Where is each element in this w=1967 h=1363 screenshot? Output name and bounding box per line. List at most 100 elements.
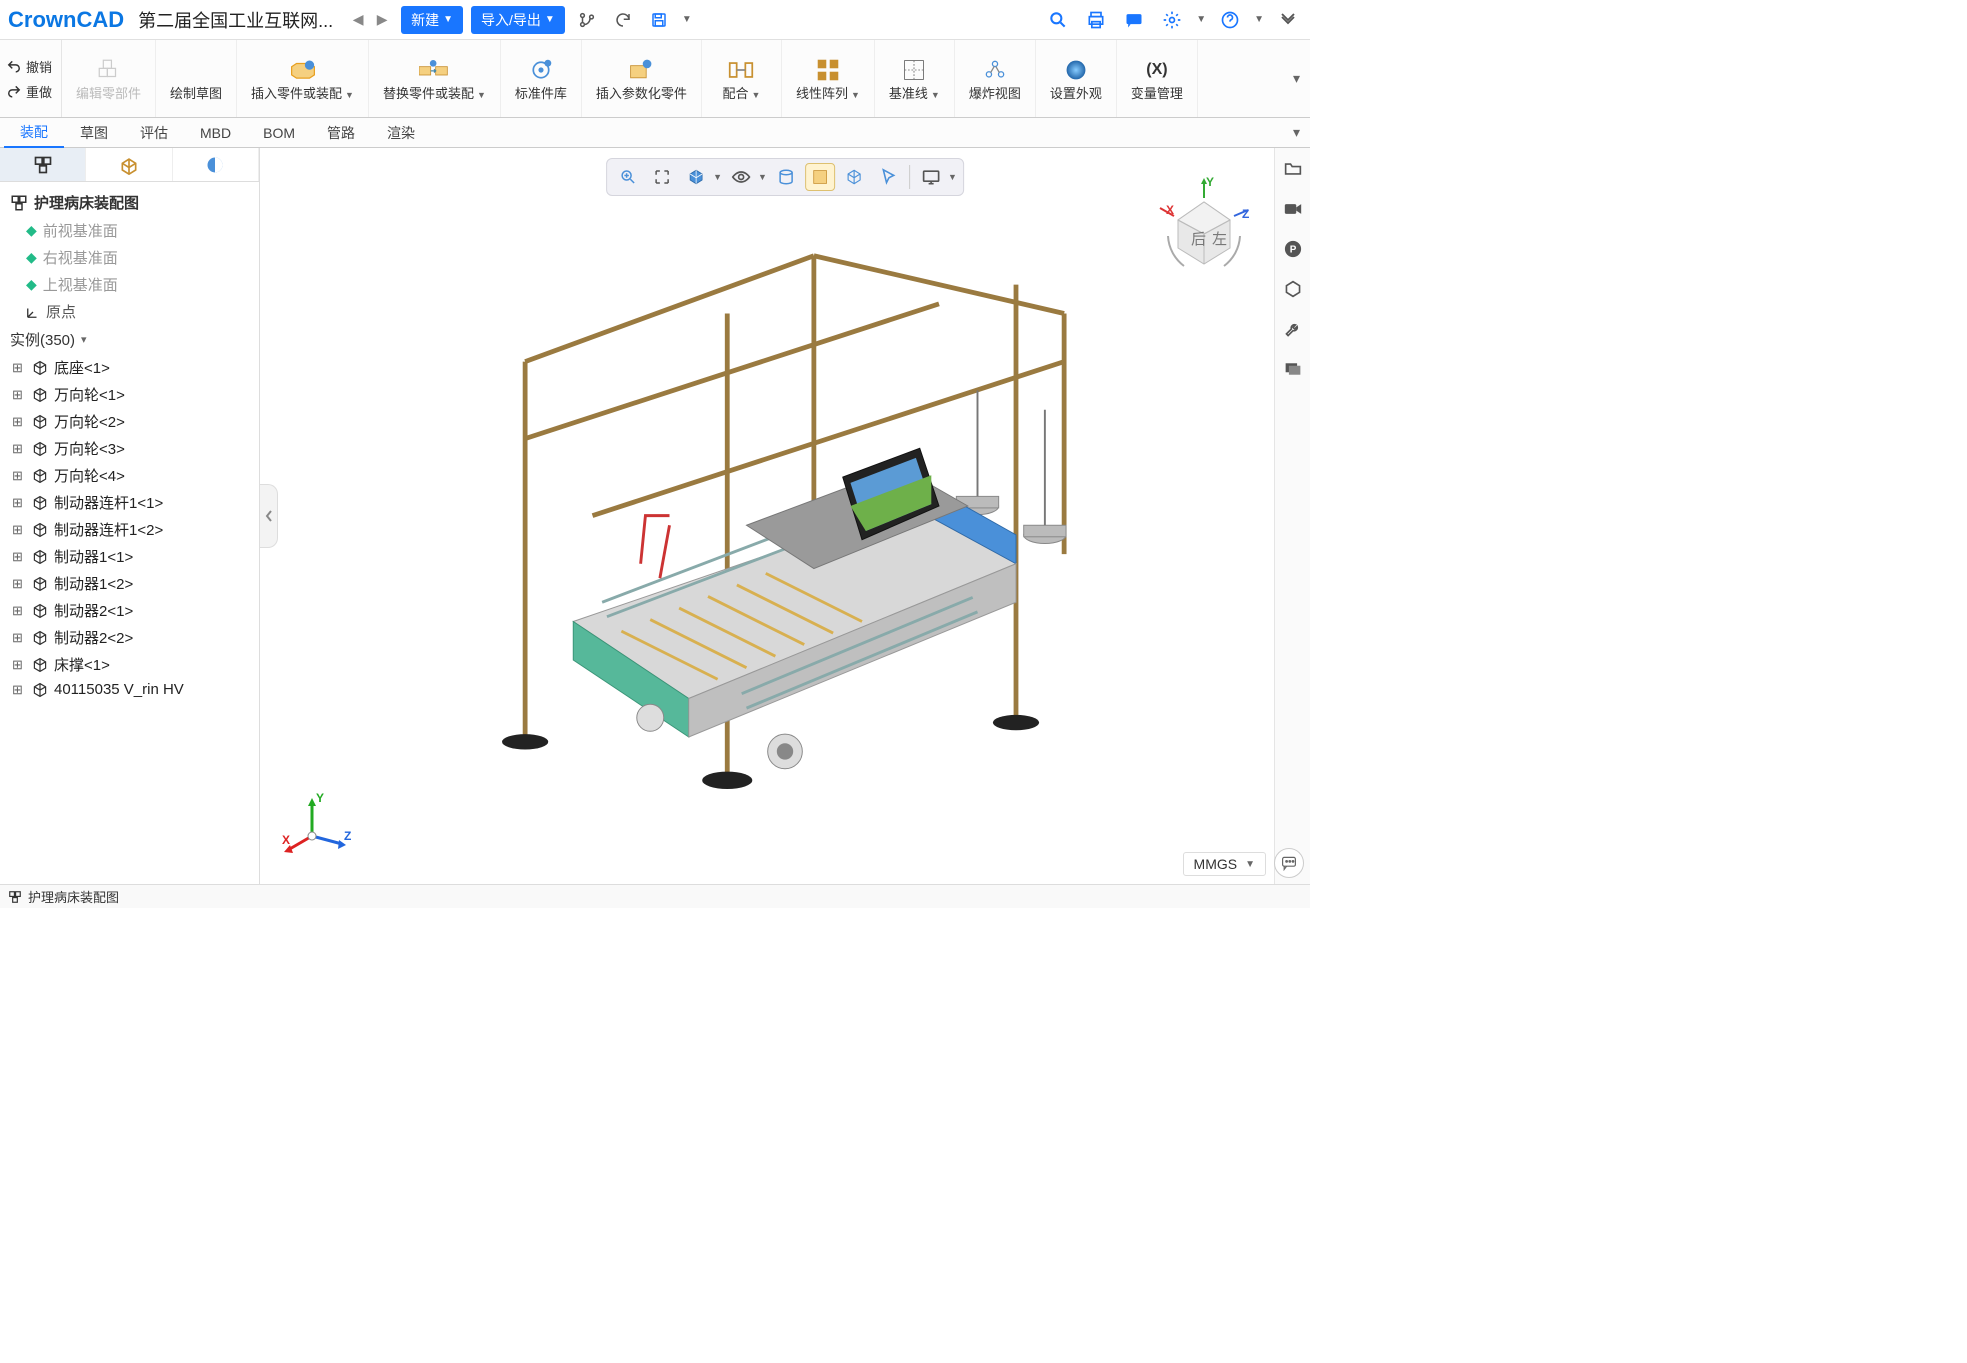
- nav-back-button[interactable]: ◀: [347, 9, 369, 31]
- variable-mgmt-button[interactable]: (X) 变量管理: [1117, 40, 1198, 117]
- monitor-dropdown[interactable]: ▼: [948, 163, 957, 191]
- sidebar-collapse-handle[interactable]: [260, 484, 278, 548]
- undo-button[interactable]: 撤销: [4, 55, 57, 78]
- wrench-icon[interactable]: [1282, 318, 1304, 340]
- tree-origin[interactable]: 原点: [8, 298, 255, 325]
- instance-item[interactable]: ⊞床撑<1>: [10, 651, 255, 678]
- module-tabs: 装配 草图 评估 MBD BOM 管路 渲染 ▾: [0, 118, 1310, 148]
- tab-piping[interactable]: 管路: [311, 119, 371, 147]
- appearance-button[interactable]: 设置外观: [1036, 40, 1117, 117]
- tab-evaluate[interactable]: 评估: [124, 119, 184, 147]
- wireframe-icon[interactable]: [839, 163, 869, 191]
- expand-icon[interactable]: ⊞: [12, 414, 26, 430]
- shaded-icon[interactable]: [805, 163, 835, 191]
- settings-dropdown[interactable]: ▼: [1196, 14, 1206, 25]
- ribbon-more[interactable]: ▾: [1293, 40, 1310, 117]
- tree-plane-top[interactable]: ◆上视基准面: [8, 271, 255, 298]
- units-selector[interactable]: MMGS ▼: [1183, 852, 1266, 876]
- instance-item[interactable]: ⊞制动器2<1>: [10, 597, 255, 624]
- video-icon[interactable]: [1282, 198, 1304, 220]
- save-dropdown[interactable]: ▼: [681, 6, 693, 34]
- expand-icon[interactable]: ⊞: [12, 441, 26, 457]
- p-icon[interactable]: P: [1282, 238, 1304, 260]
- save-icon[interactable]: [645, 6, 673, 34]
- side-tab-tree[interactable]: [0, 148, 86, 181]
- tab-assembly[interactable]: 装配: [4, 118, 64, 148]
- layers-icon[interactable]: [1282, 358, 1304, 380]
- monitor-icon[interactable]: [916, 163, 946, 191]
- expand-icon[interactable]: ⊞: [12, 360, 26, 376]
- expand-icon[interactable]: ⊞: [12, 682, 26, 698]
- tree-root[interactable]: 护理病床装配图: [8, 188, 255, 217]
- replace-part-button[interactable]: 替换零件或装配▼: [369, 40, 501, 117]
- instance-item[interactable]: ⊞制动器连杆1<1>: [10, 489, 255, 516]
- zoom-icon[interactable]: [613, 163, 643, 191]
- folder-icon[interactable]: [1282, 158, 1304, 180]
- section-icon[interactable]: [771, 163, 801, 191]
- feedback-button[interactable]: [1274, 848, 1304, 878]
- exploded-view-button[interactable]: 爆炸视图: [955, 40, 1036, 117]
- cube-icon[interactable]: [1282, 278, 1304, 300]
- ref-line-button[interactable]: 基准线▼: [875, 40, 955, 117]
- instance-item[interactable]: ⊞制动器2<2>: [10, 624, 255, 651]
- instance-name: 制动器1<1>: [54, 546, 133, 567]
- import-export-button[interactable]: 导入/导出 ▼: [471, 6, 565, 34]
- tab-bom[interactable]: BOM: [247, 121, 311, 145]
- instance-item[interactable]: ⊞ 制动器1<1>: [10, 543, 255, 570]
- instance-item[interactable]: ⊞底座<1>: [10, 354, 255, 381]
- eye-icon[interactable]: [726, 163, 756, 191]
- nav-forward-button[interactable]: ▶: [371, 9, 393, 31]
- tree-plane-right[interactable]: ◆右视基准面: [8, 244, 255, 271]
- expand-icon[interactable]: ⊞: [12, 468, 26, 484]
- insert-part-button[interactable]: 插入零件或装配▼: [237, 40, 369, 117]
- tab-mbd[interactable]: MBD: [184, 121, 247, 145]
- cursor-tool-icon[interactable]: [873, 163, 903, 191]
- tab-render[interactable]: 渲染: [371, 119, 431, 147]
- refresh-icon[interactable]: [609, 6, 637, 34]
- instance-item[interactable]: ⊞万向轮<1>: [10, 381, 255, 408]
- cube-dropdown[interactable]: ▼: [713, 163, 722, 191]
- expand-icon[interactable]: ⊞: [12, 657, 26, 673]
- print-icon[interactable]: [1082, 6, 1110, 34]
- fit-icon[interactable]: [647, 163, 677, 191]
- redo-button[interactable]: 重做: [4, 80, 57, 103]
- help-dropdown[interactable]: ▼: [1254, 14, 1264, 25]
- linear-pattern-button[interactable]: 线性阵列▼: [782, 40, 875, 117]
- edit-part-button[interactable]: 编辑零部件: [62, 40, 156, 117]
- view-cube[interactable]: 后 左 X Y Z: [1144, 168, 1264, 288]
- mate-button[interactable]: 配合▼: [702, 40, 782, 117]
- sketch-button[interactable]: 绘制草图: [156, 40, 237, 117]
- branch-icon[interactable]: [573, 6, 601, 34]
- expand-icon[interactable]: ⊞: [12, 522, 26, 538]
- settings-icon[interactable]: [1158, 6, 1186, 34]
- instance-item[interactable]: ⊞40115035 V_rin HV: [10, 678, 255, 701]
- comment-icon[interactable]: [1120, 6, 1148, 34]
- exploded-label: 爆炸视图: [969, 86, 1021, 102]
- expand-icon[interactable]: ⊞: [12, 576, 26, 592]
- instance-item[interactable]: ⊞万向轮<3>: [10, 435, 255, 462]
- tab-sketch[interactable]: 草图: [64, 119, 124, 147]
- new-button[interactable]: 新建 ▼: [401, 6, 463, 34]
- side-tab-display[interactable]: [173, 148, 259, 181]
- expand-icon[interactable]: ⊞: [12, 387, 26, 403]
- tree-instances-header[interactable]: 实例(350) ▾: [8, 325, 255, 354]
- instance-item[interactable]: ⊞制动器1<2>: [10, 570, 255, 597]
- side-tab-config[interactable]: [86, 148, 172, 181]
- expand-icon[interactable]: ⊞: [12, 495, 26, 511]
- tree-plane-front[interactable]: ◆前视基准面: [8, 217, 255, 244]
- eye-dropdown[interactable]: ▼: [758, 163, 767, 191]
- 3d-viewport[interactable]: ▼ ▼ ▼ 后 左 X Y Z: [260, 148, 1310, 884]
- tabs-more[interactable]: ▾: [1293, 124, 1310, 141]
- expand-icon[interactable]: ⊞: [12, 549, 26, 565]
- help-icon[interactable]: [1216, 6, 1244, 34]
- search-icon[interactable]: [1044, 6, 1072, 34]
- insert-param-button[interactable]: 插入参数化零件: [582, 40, 702, 117]
- instance-item[interactable]: ⊞万向轮<2>: [10, 408, 255, 435]
- instance-item[interactable]: ⊞万向轮<4>: [10, 462, 255, 489]
- expand-icon[interactable]: [1274, 6, 1302, 34]
- std-lib-button[interactable]: 标准件库: [501, 40, 582, 117]
- cube-view-icon[interactable]: [681, 163, 711, 191]
- expand-icon[interactable]: ⊞: [12, 603, 26, 619]
- expand-icon[interactable]: ⊞: [12, 630, 26, 646]
- instance-item[interactable]: ⊞制动器连杆1<2>: [10, 516, 255, 543]
